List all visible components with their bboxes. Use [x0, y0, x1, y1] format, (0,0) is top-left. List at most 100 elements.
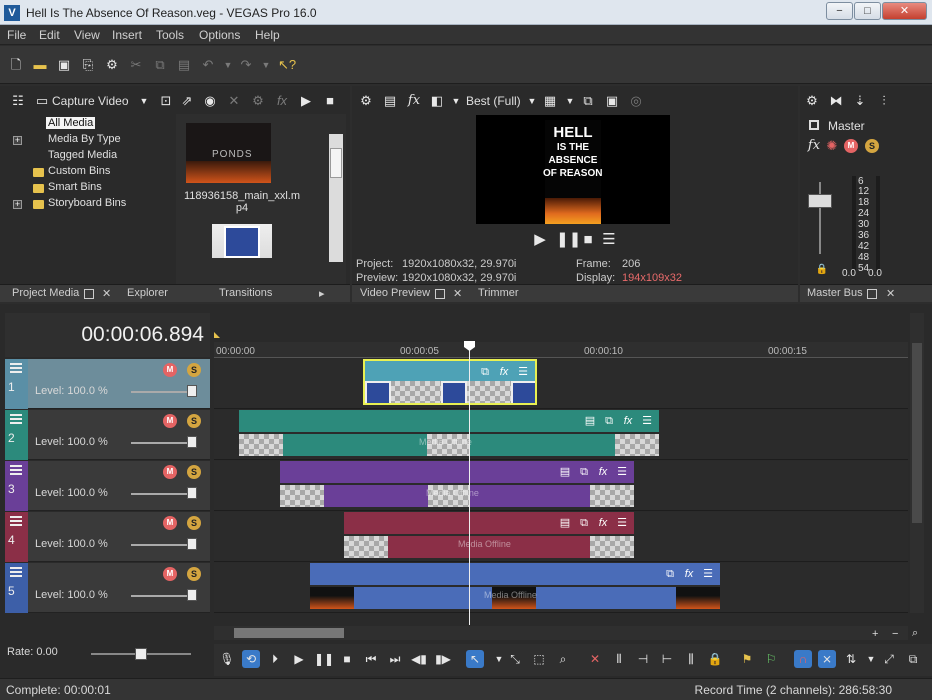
trim-icon[interactable]: ⦀	[610, 650, 628, 668]
track-header-4[interactable]: 4 M S Level: 100.0 %	[5, 512, 210, 562]
paste-icon[interactable]: ▤	[176, 57, 192, 73]
tab-explorer[interactable]: Explorer	[127, 287, 168, 299]
go-to-start-icon[interactable]: ⏮	[362, 650, 380, 668]
master-fader-knob[interactable]	[808, 194, 832, 208]
track-lane-5[interactable]: Media Offline ⧉ fx ☰	[214, 563, 908, 613]
pan-crop-icon[interactable]: ⧉	[662, 566, 678, 582]
track-menu-icon[interactable]	[10, 567, 22, 577]
zoom-tool-icon[interactable]: ⌕	[554, 650, 572, 668]
event-fx-icon[interactable]: fx	[595, 464, 611, 480]
track-lane-1[interactable]: ⧉ fx ☰	[214, 359, 908, 409]
playhead-cursor[interactable]	[469, 345, 470, 625]
tree-tagged-media[interactable]: Tagged Media	[48, 149, 117, 161]
maximize-pane-icon[interactable]	[84, 289, 94, 299]
master-automation-icon[interactable]: ✺	[824, 138, 840, 154]
track-menu-icon[interactable]	[10, 414, 22, 424]
video-output-fx-icon[interactable]: fx	[406, 93, 422, 109]
track-level-knob[interactable]	[187, 487, 197, 499]
import-media-icon[interactable]: ⊡	[158, 93, 174, 109]
master-gear-icon[interactable]: ⚙	[804, 93, 820, 109]
track-solo-icon[interactable]: S	[187, 363, 201, 377]
tree-all-media[interactable]: All Media	[46, 117, 96, 129]
expand-plus-icon[interactable]: +	[13, 200, 22, 209]
maximize-pane-icon[interactable]	[867, 289, 877, 299]
video-event-3[interactable]: Media Offline ▤ ⧉ fx ☰	[280, 461, 634, 507]
trim-start-icon[interactable]: ⊣	[634, 650, 652, 668]
insert-marker-icon[interactable]: ⚑	[738, 650, 756, 668]
video-event-2[interactable]: Media Offline ▤ ⧉ fx ☰	[239, 410, 659, 456]
capture-video-label[interactable]: Capture Video	[52, 94, 129, 108]
pan-crop-icon[interactable]: ⧉	[576, 464, 592, 480]
track-mute-icon[interactable]: M	[163, 465, 177, 479]
zoom-out-icon[interactable]: −	[892, 628, 898, 640]
envelope-tool-icon[interactable]: ⤡	[506, 650, 524, 668]
pan-crop-icon[interactable]: ⧉	[576, 515, 592, 531]
track-menu-icon[interactable]	[10, 363, 22, 373]
preview-device-icon[interactable]: ▤	[382, 93, 398, 109]
snapping-magnet-icon[interactable]: ∩	[794, 650, 812, 668]
close-button[interactable]: ✕	[882, 2, 927, 20]
tree-media-by-type[interactable]: Media By Type	[48, 133, 121, 145]
cut-icon[interactable]: ✂	[128, 57, 144, 73]
normal-edit-tool-icon[interactable]: ↖	[466, 650, 484, 668]
capture-dropdown-icon[interactable]: ▼	[136, 93, 152, 109]
redo-dropdown-icon[interactable]: ▼	[258, 57, 274, 73]
menu-insert[interactable]: Insert	[112, 28, 142, 42]
copy-snapshot-icon[interactable]: ⧉	[580, 93, 596, 109]
capture-video-icon[interactable]: ▭	[34, 93, 50, 109]
media-scrollbar[interactable]	[329, 134, 343, 262]
overlays-grid-icon[interactable]: ▦	[542, 93, 558, 109]
master-checkbox[interactable]	[809, 120, 819, 130]
save-snapshot-icon[interactable]: ▣	[604, 93, 620, 109]
insert-region-icon[interactable]: ⚐	[762, 650, 780, 668]
pan-crop-icon[interactable]: ⧉	[601, 413, 617, 429]
master-solo-icon[interactable]: S	[865, 139, 879, 153]
media-file-name[interactable]: 118936158_main_xxl.mp4	[182, 190, 302, 214]
get-media-web-icon[interactable]: ⇗	[179, 93, 195, 109]
go-to-end-icon[interactable]: ⏭	[386, 650, 404, 668]
undo-dropdown-icon[interactable]: ▼	[220, 57, 236, 73]
loop-playback-icon[interactable]: ⟲	[242, 650, 260, 668]
track-menu-icon[interactable]	[10, 516, 22, 526]
whats-this-help-icon[interactable]: ↖?	[278, 57, 296, 73]
track-lane-3[interactable]: Media Offline ▤ ⧉ fx ☰	[214, 461, 908, 511]
track-mute-icon[interactable]: M	[163, 516, 177, 530]
generated-media-icon[interactable]: ▤	[582, 413, 598, 429]
lock-event-icon[interactable]: 🔒	[706, 650, 724, 668]
tab-master-bus[interactable]: Master Bus	[807, 287, 863, 299]
tree-storyboard-bins[interactable]: Storyboard Bins	[48, 197, 126, 209]
track-header-3[interactable]: 3 M S Level: 100.0 %	[5, 461, 210, 511]
menu-tools[interactable]: Tools	[156, 28, 184, 42]
zoom-icon[interactable]: ⌕	[912, 627, 918, 640]
lock-envelopes-icon[interactable]: ⤢	[880, 650, 898, 668]
menu-edit[interactable]: Edit	[39, 28, 60, 42]
delete-icon[interactable]: ✕	[586, 650, 604, 668]
hscroll-thumb[interactable]	[234, 628, 344, 638]
track-mute-icon[interactable]: M	[163, 414, 177, 428]
track-mute-icon[interactable]: M	[163, 567, 177, 581]
redo-icon[interactable]: ↷	[238, 57, 254, 73]
split-dropdown-icon[interactable]: ▼	[448, 93, 464, 109]
split-screen-icon[interactable]: ◧	[429, 93, 445, 109]
overlays-dropdown-icon[interactable]: ▼	[562, 93, 578, 109]
event-fx-icon[interactable]: fx	[595, 515, 611, 531]
zoom-in-icon[interactable]: +	[872, 628, 878, 640]
maximize-pane-icon[interactable]	[435, 289, 445, 299]
tab-transitions[interactable]: Transitions	[219, 287, 272, 299]
close-pane-icon[interactable]: ✕	[886, 287, 895, 300]
track-lane-4[interactable]: Media Offline ▤ ⧉ fx ☰	[214, 512, 908, 562]
vscroll-thumb[interactable]	[912, 343, 922, 523]
stop-icon[interactable]: ■	[338, 650, 356, 668]
properties-gear-icon[interactable]: ⚙	[104, 57, 120, 73]
preview-pause-button[interactable]: ❚❚	[556, 232, 581, 248]
video-event-5[interactable]: Media Offline ⧉ fx ☰	[310, 563, 720, 609]
selection-tool-icon[interactable]: ⬚	[530, 650, 548, 668]
generated-media-icon[interactable]: ▤	[557, 464, 573, 480]
event-fx-icon[interactable]: fx	[496, 364, 512, 380]
undo-icon[interactable]: ↶	[200, 57, 216, 73]
event-fx-icon[interactable]: fx	[620, 413, 636, 429]
tree-smart-bins[interactable]: Smart Bins	[48, 181, 102, 193]
menu-options[interactable]: Options	[199, 28, 240, 42]
rate-knob[interactable]	[135, 648, 147, 660]
track-level-knob[interactable]	[187, 436, 197, 448]
